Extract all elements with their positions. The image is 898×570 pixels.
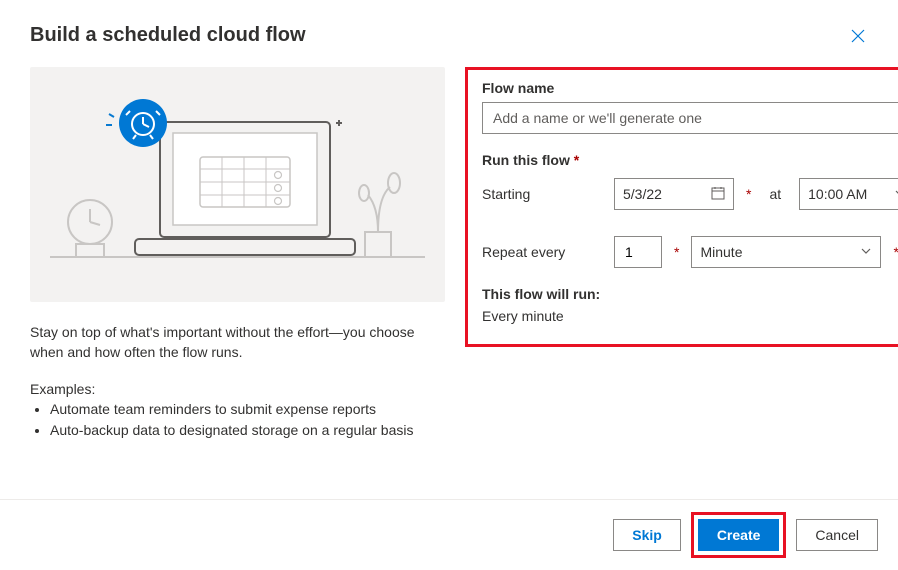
summary-text: Every minute — [482, 308, 898, 324]
examples-label: Examples: — [30, 381, 445, 397]
dialog-footer: Skip Create Cancel — [0, 499, 898, 570]
unit-value: Minute — [700, 244, 742, 260]
starting-label: Starting — [482, 186, 602, 202]
close-icon — [850, 28, 866, 44]
repeat-value-input[interactable] — [614, 236, 662, 268]
create-button[interactable]: Create — [698, 519, 780, 551]
form-panel: Flow name Run this flow * Starting 5/3/2… — [465, 67, 898, 347]
dialog-title: Build a scheduled cloud flow — [30, 24, 306, 47]
create-highlight: Create — [691, 512, 787, 558]
example-item: Auto-backup data to designated storage o… — [50, 420, 445, 442]
date-value: 5/3/22 — [623, 186, 662, 202]
summary-label: This flow will run: — [482, 286, 898, 302]
run-flow-label: Run this flow * — [482, 152, 898, 168]
example-item: Automate team reminders to submit expens… — [50, 399, 445, 421]
chevron-down-icon — [860, 244, 872, 260]
examples-list: Automate team reminders to submit expens… — [30, 399, 445, 442]
close-button[interactable] — [848, 26, 868, 46]
chevron-down-icon — [894, 186, 898, 202]
repeat-unit-select[interactable]: Minute — [691, 236, 881, 268]
repeat-label: Repeat every — [482, 244, 602, 260]
left-column: Stay on top of what's important without … — [30, 67, 445, 442]
required-mark: * — [674, 244, 679, 260]
dialog-header: Build a scheduled cloud flow — [0, 0, 898, 57]
starting-time-select[interactable]: 10:00 AM — [799, 178, 898, 210]
flow-name-section: Flow name — [482, 80, 898, 134]
starting-row: Starting 5/3/22 * at 10:00 AM — [482, 178, 898, 210]
flow-name-label: Flow name — [482, 80, 898, 96]
flow-name-input[interactable] — [482, 102, 898, 134]
illustration — [30, 67, 445, 302]
time-value: 10:00 AM — [808, 186, 867, 202]
at-label: at — [769, 186, 781, 202]
cancel-button[interactable]: Cancel — [796, 519, 878, 551]
required-mark: * — [746, 186, 751, 202]
dialog-body: Stay on top of what's important without … — [0, 57, 898, 442]
calendar-icon — [711, 186, 725, 203]
starting-date-input[interactable]: 5/3/22 — [614, 178, 734, 210]
run-flow-section: Run this flow * Starting 5/3/22 * at 10:… — [482, 152, 898, 268]
skip-button[interactable]: Skip — [613, 519, 681, 551]
repeat-row: Repeat every * Minute * — [482, 236, 898, 268]
description-text: Stay on top of what's important without … — [30, 322, 445, 363]
required-mark: * — [893, 244, 898, 260]
